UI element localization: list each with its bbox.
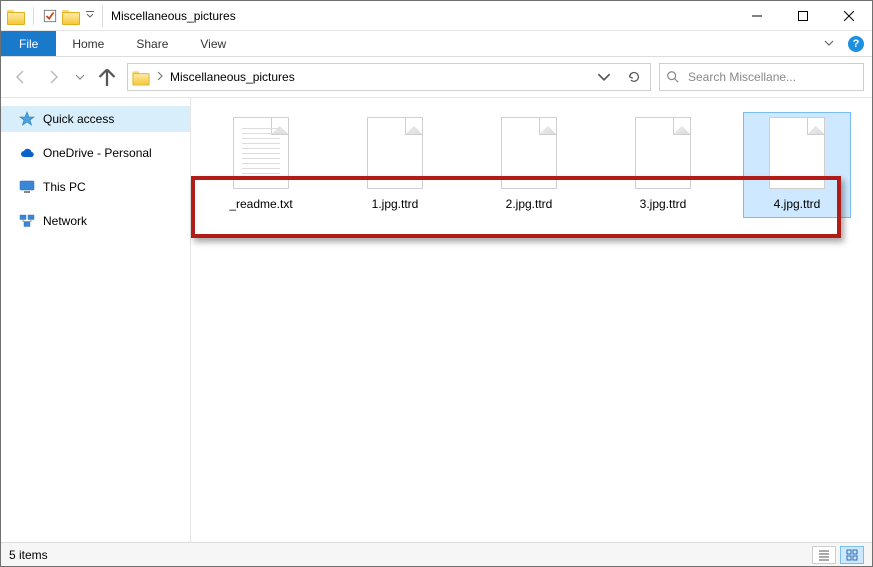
search-box[interactable] (659, 63, 864, 91)
folder-icon (132, 69, 149, 84)
file-icon (769, 117, 825, 189)
window-title: Miscellaneous_pictures (109, 9, 236, 23)
navigation-pane: Quick access OneDrive - Personal This PC (1, 98, 191, 542)
sidebar-item-label: This PC (43, 180, 86, 194)
maximize-button[interactable] (780, 1, 826, 30)
sidebar-item-network[interactable]: Network (1, 208, 190, 234)
address-folder[interactable]: Miscellaneous_pictures (170, 70, 295, 84)
close-button[interactable] (826, 1, 872, 30)
status-bar: 5 items (1, 542, 872, 566)
nav-row: Miscellaneous_pictures (1, 57, 872, 97)
minimize-button[interactable] (734, 1, 780, 30)
file-grid: _readme.txt 1.jpg.ttrd 2.jpg.ttrd 3.jpg.ttr… (207, 112, 856, 218)
file-icon (635, 117, 691, 189)
tab-home[interactable]: Home (56, 31, 120, 56)
sidebar-item-onedrive[interactable]: OneDrive - Personal (1, 140, 190, 166)
file-icon (367, 117, 423, 189)
back-button[interactable] (9, 65, 33, 89)
qat-dropdown-icon[interactable] (84, 9, 96, 23)
forward-button[interactable] (41, 65, 65, 89)
refresh-icon[interactable] (622, 70, 646, 84)
chevron-right-icon[interactable] (156, 71, 164, 84)
file-icon (501, 117, 557, 189)
help-icon[interactable]: ? (848, 36, 864, 52)
file-name: 3.jpg.ttrd (612, 197, 714, 211)
cloud-icon (19, 145, 35, 161)
file-tile[interactable]: _readme.txt (207, 112, 315, 218)
address-dropdown-icon[interactable] (592, 70, 616, 84)
window-controls (734, 1, 872, 30)
details-view-button[interactable] (812, 546, 836, 564)
file-tile[interactable]: 1.jpg.ttrd (341, 112, 449, 218)
tab-share[interactable]: Share (120, 31, 184, 56)
ribbon: File Home Share View ? (1, 31, 872, 57)
sidebar-item-quick-access[interactable]: Quick access (1, 106, 190, 132)
address-bar[interactable]: Miscellaneous_pictures (127, 63, 651, 91)
body: Quick access OneDrive - Personal This PC (1, 97, 872, 542)
sidebar-item-label: OneDrive - Personal (43, 146, 152, 160)
status-item-count: 5 items (9, 548, 48, 562)
file-name: 4.jpg.ttrd (746, 197, 848, 211)
file-tile[interactable]: 4.jpg.ttrd (743, 112, 851, 218)
network-icon (19, 213, 35, 229)
large-icons-view-button[interactable] (840, 546, 864, 564)
properties-icon[interactable] (42, 8, 58, 24)
sidebar-item-label: Quick access (43, 112, 114, 126)
new-folder-icon[interactable] (62, 8, 80, 24)
sidebar-item-this-pc[interactable]: This PC (1, 174, 190, 200)
title-separator (102, 5, 103, 27)
quick-access-toolbar (1, 1, 96, 30)
sidebar-item-label: Network (43, 214, 87, 228)
explorer-window: Miscellaneous_pictures File Home Share V… (0, 0, 873, 567)
text-file-icon (233, 117, 289, 189)
file-name: 2.jpg.ttrd (478, 197, 580, 211)
folder-icon (7, 8, 25, 24)
qat-separator (33, 7, 34, 25)
up-button[interactable] (95, 65, 119, 89)
ribbon-expand-icon[interactable] (818, 38, 840, 50)
history-dropdown-icon[interactable] (73, 70, 87, 84)
file-name: _readme.txt (210, 197, 312, 211)
pc-icon (19, 179, 35, 195)
titlebar: Miscellaneous_pictures (1, 1, 872, 31)
file-name: 1.jpg.ttrd (344, 197, 446, 211)
file-tile[interactable]: 2.jpg.ttrd (475, 112, 583, 218)
search-input[interactable] (686, 69, 857, 85)
file-tile[interactable]: 3.jpg.ttrd (609, 112, 717, 218)
content-pane[interactable]: _readme.txt 1.jpg.ttrd 2.jpg.ttrd 3.jpg.ttr… (191, 98, 872, 542)
search-icon (666, 70, 680, 84)
tab-view[interactable]: View (184, 31, 242, 56)
star-icon (19, 111, 35, 127)
file-tab[interactable]: File (1, 31, 56, 56)
